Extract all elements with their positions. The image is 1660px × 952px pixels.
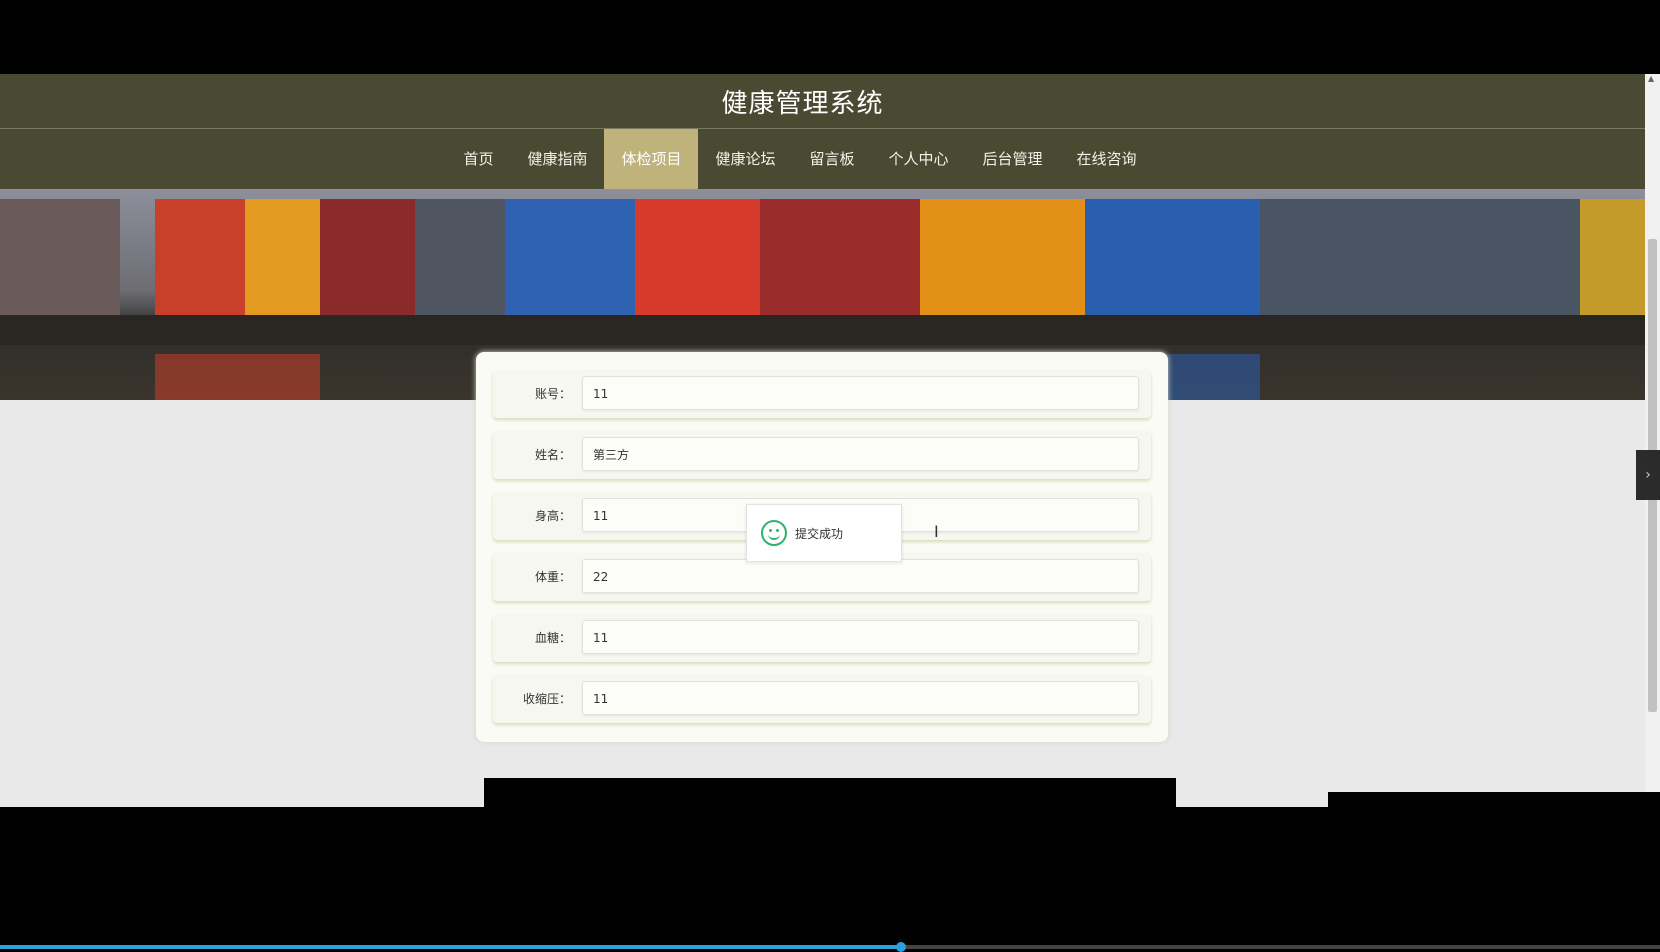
nav-item-personal-center[interactable]: 个人中心 [872,129,966,189]
nav-item-message-board[interactable]: 留言板 [793,129,872,189]
banner-house [760,199,920,319]
form-row-account: 账号： 11 [493,370,1151,418]
banner-house [635,199,760,319]
chevron-right-icon: › [1645,467,1651,483]
systolic-input[interactable]: 11 [582,681,1139,715]
nav-item-forum[interactable]: 健康论坛 [698,129,792,189]
banner-house [155,199,245,319]
banner-house [505,199,635,319]
banner-house [1085,199,1260,319]
video-overlay-band [484,778,1176,808]
site-header: 健康管理系统 [0,74,1645,129]
main-nav: 首页 健康指南 体检项目 健康论坛 留言板 个人中心 后台管理 在线咨询 [0,129,1645,189]
success-toast: 提交成功 [746,504,902,562]
nav-item-checkup[interactable]: 体检项目 [604,129,699,189]
banner-house [1260,199,1580,319]
blood-sugar-label: 血糖： [534,631,571,645]
account-input[interactable]: 11 [582,376,1139,410]
site-title: 健康管理系统 [721,88,884,119]
form-row-systolic: 收缩压： 11 [493,675,1151,723]
banner-house [415,199,505,319]
account-label: 账号： [534,387,571,401]
banner-house [245,199,320,319]
banner-house [1580,199,1645,319]
name-label: 姓名： [534,448,571,462]
video-progress-bar[interactable] [0,942,1660,952]
nav-item-admin[interactable]: 后台管理 [966,129,1060,189]
nav-item-consult[interactable]: 在线咨询 [1060,129,1154,189]
systolic-label: 收缩压： [522,692,571,706]
video-progress-fill [0,945,902,949]
smile-icon [761,520,787,546]
banner-house [920,199,1085,319]
weight-input[interactable]: 22 [582,559,1139,593]
banner-house [0,199,120,319]
name-input[interactable]: 第三方 [582,437,1139,471]
nav-item-health-guide[interactable]: 健康指南 [510,129,604,189]
banner-dock [0,315,1645,345]
scroll-up-arrow-icon[interactable]: ▲ [1648,74,1654,83]
text-cursor-icon: I [934,522,939,541]
video-progress-knob[interactable] [896,942,906,952]
side-expand-tab[interactable]: › [1636,450,1660,500]
banner-house [320,199,415,319]
height-label: 身高： [534,509,571,523]
blood-sugar-input[interactable]: 11 [582,620,1139,654]
page-scrollbar[interactable]: ▲ [1645,74,1660,807]
banner-reflection [155,354,320,400]
form-row-blood-sugar: 血糖： 11 [493,614,1151,662]
video-overlay-band [1328,792,1660,808]
weight-label: 体重： [534,570,571,584]
toast-message: 提交成功 [795,526,844,541]
nav-item-home[interactable]: 首页 [446,129,510,189]
form-row-name: 姓名： 第三方 [493,431,1151,479]
